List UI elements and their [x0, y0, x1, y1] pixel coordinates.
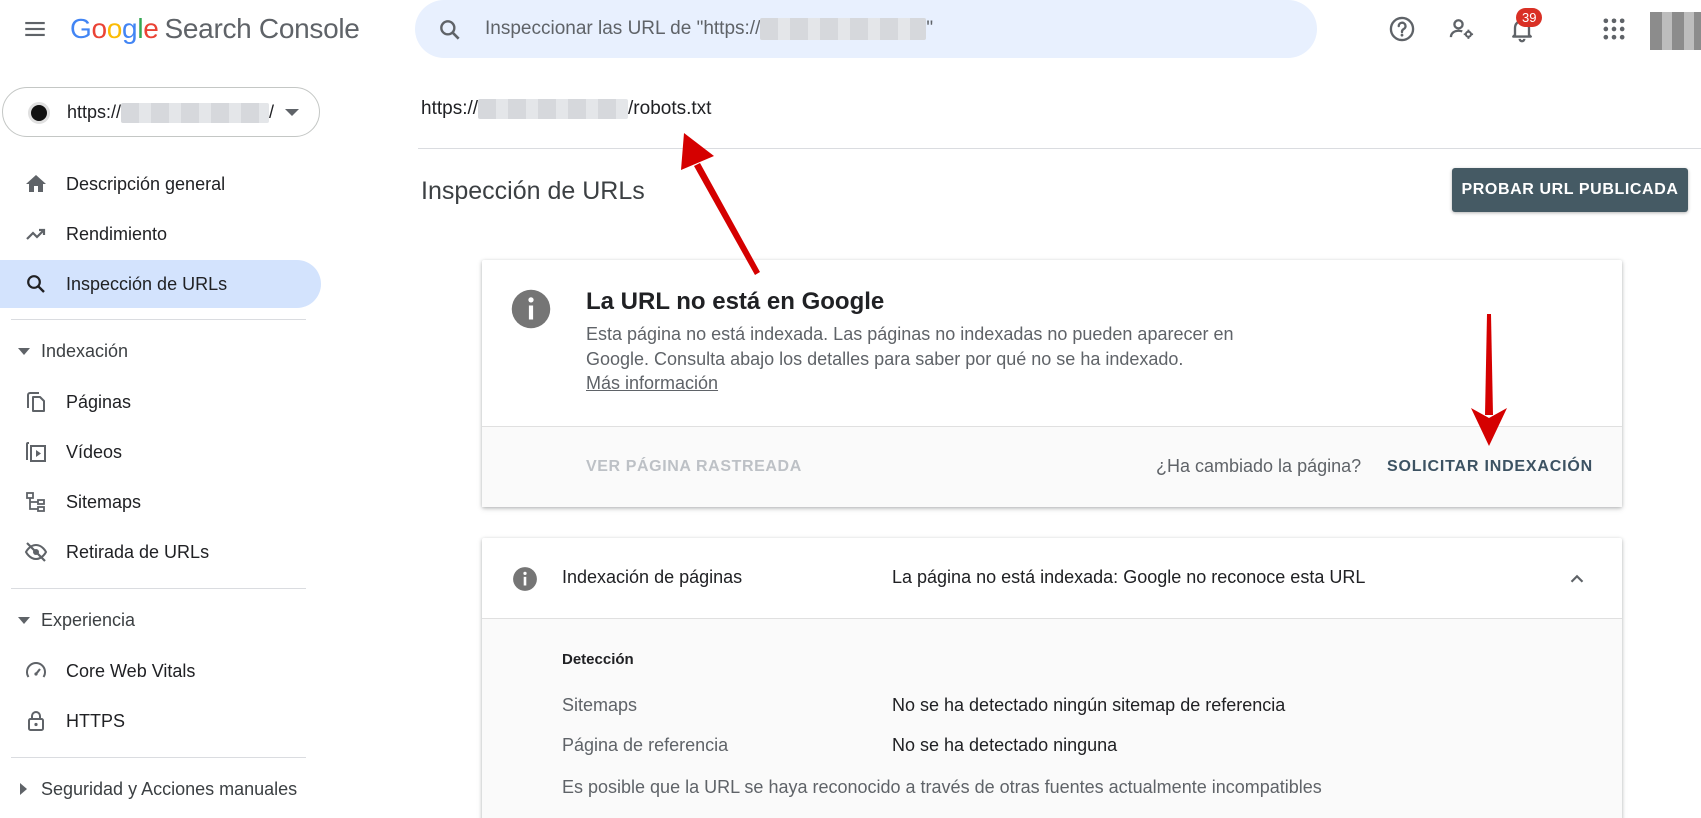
help-icon[interactable]	[1388, 15, 1416, 43]
lock-icon	[28, 711, 44, 731]
url-inspection-search[interactable]: Inspeccionar las URL de "https://"	[415, 0, 1317, 58]
video-icon	[26, 442, 46, 462]
caret-right-icon	[20, 783, 27, 795]
sidebar-section-experience[interactable]: Experiencia	[0, 601, 321, 641]
trending-up-icon	[26, 228, 46, 240]
url-status-card: La URL no está en Google Esta página no …	[482, 260, 1622, 507]
page-indexing-card: Indexación de páginas La página no está …	[482, 538, 1622, 818]
request-indexing-button[interactable]: SOLICITAR INDEXACIÓN	[1387, 458, 1593, 476]
property-favicon-icon	[28, 102, 50, 124]
page-indexing-header[interactable]: Indexación de páginas La página no está …	[482, 538, 1622, 619]
caret-down-icon	[18, 348, 30, 355]
redacted-domain	[121, 103, 270, 124]
learn-more-link[interactable]: Más información	[586, 373, 718, 394]
property-url: https:///	[67, 102, 275, 124]
detail-label: Sitemaps	[562, 695, 638, 715]
sidebar-item-performance[interactable]: Rendimiento	[0, 210, 321, 258]
sidebar-item-url-inspection[interactable]: Inspección de URLs	[0, 260, 321, 308]
search-icon	[440, 20, 460, 40]
search-icon	[27, 275, 45, 293]
sidebar-item-url-removal[interactable]: Retirada de URLs	[0, 528, 321, 576]
notifications-badge: 39	[1516, 8, 1543, 27]
sidebar-section-security[interactable]: Seguridad y Acciones manuales	[0, 770, 321, 810]
page-indexing-details: Detección Sitemaps No se ha detectado ni…	[482, 619, 1622, 818]
app-logo[interactable]: Google Search Console	[70, 13, 360, 45]
sidebar-divider	[11, 588, 306, 589]
status-card-actions: VER PÁGINA RASTREADA ¿Ha cambiado la pág…	[482, 426, 1622, 507]
home-icon	[26, 175, 46, 192]
chevron-up-icon[interactable]	[1566, 568, 1588, 590]
view-crawled-page-button[interactable]: VER PÁGINA RASTREADA	[586, 458, 802, 476]
menu-icon[interactable]	[22, 16, 48, 42]
redacted-domain	[478, 98, 629, 119]
page-indexing-status: La página no está indexada: Google no re…	[892, 567, 1366, 587]
annotation-arrow-url	[681, 133, 760, 275]
detail-label: Página de referencia	[562, 735, 729, 755]
search-input[interactable]: Inspeccionar las URL de "https://"	[485, 0, 1285, 58]
status-title: La URL no está en Google	[586, 288, 885, 315]
info-icon	[511, 289, 551, 329]
sidebar-item-core-web-vitals[interactable]: Core Web Vitals	[0, 647, 321, 695]
product-name: Search Console	[164, 13, 360, 44]
sidebar-item-sitemaps[interactable]: Sitemaps	[0, 478, 321, 526]
account-avatar[interactable]	[1650, 12, 1701, 50]
detail-value: No se ha detectado ninguna	[892, 735, 1118, 755]
speed-icon	[26, 662, 46, 678]
sidebar-item-pages[interactable]: Páginas	[0, 378, 321, 426]
manage-users-icon[interactable]	[1448, 15, 1476, 43]
apps-grid-icon[interactable]	[1600, 15, 1628, 43]
main-divider	[418, 148, 1701, 149]
test-live-url-button[interactable]: PROBAR URL PUBLICADA	[1452, 168, 1688, 212]
property-selector[interactable]: https:///	[2, 87, 320, 137]
sidebar-section-indexing[interactable]: Indexación	[0, 332, 321, 372]
page-changed-question: ¿Ha cambiado la página?	[1156, 456, 1362, 476]
visibility-off-icon	[24, 542, 48, 562]
sitemap-icon	[26, 492, 45, 512]
page-indexing-label: Indexación de páginas	[562, 567, 743, 587]
detection-note: Es posible que la URL se haya reconocido…	[562, 777, 1322, 797]
sidebar-divider	[11, 319, 306, 320]
sidebar-item-videos[interactable]: Vídeos	[0, 428, 321, 476]
detection-title: Detección	[562, 651, 634, 668]
detail-value: No se ha detectado ningún sitemap de ref…	[892, 695, 1286, 715]
chevron-down-icon	[285, 109, 299, 116]
caret-down-icon	[18, 617, 30, 624]
sidebar-divider	[11, 757, 306, 758]
sidebar-item-https[interactable]: HTTPS	[0, 697, 321, 745]
app-header: Google Search Console Inspeccionar las UR…	[0, 0, 1701, 60]
redacted-domain	[760, 17, 927, 40]
inspected-url: https:///robots.txt	[421, 98, 712, 119]
page-title: Inspección de URLs	[421, 177, 645, 205]
status-description: Esta página no está indexada. Las página…	[586, 324, 1234, 369]
sidebar-item-overview[interactable]: Descripción general	[0, 160, 321, 208]
pages-icon	[27, 392, 45, 412]
info-icon	[513, 567, 537, 591]
